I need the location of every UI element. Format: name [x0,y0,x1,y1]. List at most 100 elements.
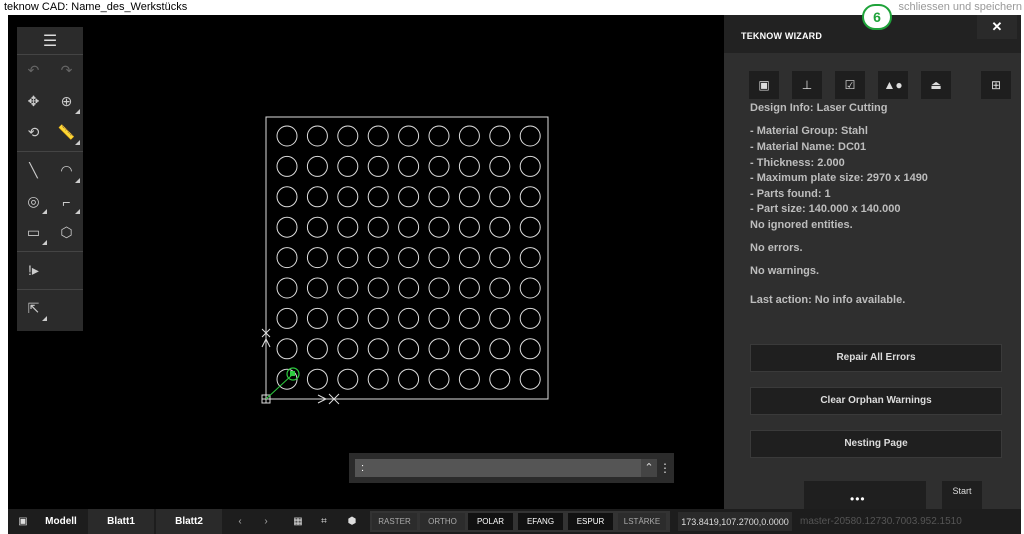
export-icon[interactable]: ⇱ [20,296,48,322]
hole-circle[interactable] [458,247,480,269]
command-more-icon[interactable]: ⋮ [659,459,671,477]
toggle-raster[interactable]: RASTER [372,513,417,530]
move-icon[interactable]: ✥ [20,89,48,115]
hole-circle[interactable] [398,186,420,208]
polyline-icon[interactable]: ⌐ [53,189,81,215]
nesting-page-button[interactable]: Nesting Page [750,430,1002,458]
drawing-canvas[interactable]: ☰ ↶ ↷ ✥ ⊕ ⟲ 📏 ╲ ◠ ◎ ⌐ ▭ ⬡ !▸ ⇱: ⌃ ⋮ [8,15,724,509]
redo-icon[interactable]: ↷ [53,58,81,84]
hole-circle[interactable] [367,307,389,329]
toggle-lstaerke[interactable]: LSTÄRKE [618,513,666,530]
hole-circle[interactable] [306,368,328,390]
hole-circle[interactable] [337,277,359,299]
hole-circle[interactable] [489,307,511,329]
hole-circle[interactable] [458,338,480,360]
hole-circle[interactable] [489,368,511,390]
hole-circle[interactable] [398,216,420,238]
hole-circle[interactable] [489,338,511,360]
hole-circle[interactable] [428,277,450,299]
hole-circle[interactable] [489,186,511,208]
hole-circle[interactable] [306,338,328,360]
hole-circle[interactable] [398,307,420,329]
hole-circle[interactable] [398,155,420,177]
hole-circle[interactable] [337,368,359,390]
hole-circle[interactable] [367,338,389,360]
circle-icon[interactable]: ◎ [20,189,48,215]
nesting-icon[interactable]: ⊞ [981,71,1011,99]
start-button[interactable]: Start [942,481,982,509]
command-history-icon[interactable]: ⌃ [641,459,657,477]
repair-all-errors-button[interactable]: Repair All Errors [750,344,1002,372]
toggle-ortho[interactable]: ORTHO [420,513,465,530]
hole-circle[interactable] [306,216,328,238]
hole-circle[interactable] [519,186,541,208]
undo-icon[interactable]: ↶ [20,58,48,84]
hole-circle[interactable] [489,155,511,177]
hole-circle[interactable] [428,368,450,390]
rectangle-icon[interactable]: ▭ [20,220,48,246]
hole-circle[interactable] [428,338,450,360]
snap-settings-icon[interactable]: ⌗ [312,509,336,534]
tab-blatt2[interactable]: Blatt2 [156,509,222,534]
line-icon[interactable]: ╲ [20,158,48,184]
hole-circle[interactable] [428,216,450,238]
clear-orphan-warnings-button[interactable]: Clear Orphan Warnings [750,387,1002,415]
hole-circle[interactable] [306,125,328,147]
validate-icon[interactable]: !▸ [20,258,48,284]
hole-circle[interactable] [519,307,541,329]
hole-circle[interactable] [306,186,328,208]
toggle-polar[interactable]: POLAR [468,513,513,530]
hole-circle[interactable] [337,247,359,269]
hole-circle[interactable] [519,368,541,390]
wizard-close-button[interactable]: ✕ [977,15,1017,39]
hole-circle[interactable] [276,338,298,360]
polygon-icon[interactable]: ⬡ [53,220,81,246]
hole-circle[interactable] [367,277,389,299]
hole-circle[interactable] [367,247,389,269]
hole-circle[interactable] [337,125,359,147]
hole-circle[interactable] [276,247,298,269]
hole-circle[interactable] [306,307,328,329]
prev-tab-icon[interactable]: ‹ [230,509,250,534]
hole-circle[interactable] [428,186,450,208]
hole-circle[interactable] [367,186,389,208]
hole-circle[interactable] [519,155,541,177]
hole-circle[interactable] [398,277,420,299]
layout-icon[interactable]: ▣ [10,509,36,534]
hole-circle[interactable] [306,277,328,299]
hole-circle[interactable] [519,277,541,299]
hole-circle[interactable] [489,277,511,299]
part-drawing[interactable] [248,95,558,415]
measure-icon[interactable]: 📏 [53,120,81,146]
arc-icon[interactable]: ◠ [53,158,81,184]
hole-circle[interactable] [428,125,450,147]
3d-view-icon[interactable]: ⬢ [340,509,364,534]
hole-circle[interactable] [337,155,359,177]
hole-circle[interactable] [458,216,480,238]
toggle-espur[interactable]: ESPUR [568,513,613,530]
layers-icon[interactable]: ⏏ [921,71,951,99]
rotate-icon[interactable]: ⟲ [20,120,48,146]
toggle-efang[interactable]: EFANG [518,513,563,530]
design-info-icon[interactable]: ▣ [749,71,779,99]
zoom-window-icon[interactable]: ⊕ [53,89,81,115]
hole-circle[interactable] [306,155,328,177]
hole-circle[interactable] [337,307,359,329]
hole-circle[interactable] [276,216,298,238]
hole-circle[interactable] [519,216,541,238]
hole-circle[interactable] [276,186,298,208]
hole-circle[interactable] [337,338,359,360]
viewport-icon[interactable]: ▦ [286,509,310,534]
tab-blatt1[interactable]: Blatt1 [88,509,154,534]
close-and-save-link[interactable]: schliessen und speichern [898,0,1022,14]
hole-circle[interactable] [458,277,480,299]
hole-circle[interactable] [367,368,389,390]
hole-circle[interactable] [489,247,511,269]
hole-circle[interactable] [367,155,389,177]
hole-circle[interactable] [398,247,420,269]
more-options-icon[interactable]: ••• [850,492,866,506]
hole-circle[interactable] [519,338,541,360]
hole-circle[interactable] [276,277,298,299]
hole-circle[interactable] [276,125,298,147]
hole-circle[interactable] [398,338,420,360]
